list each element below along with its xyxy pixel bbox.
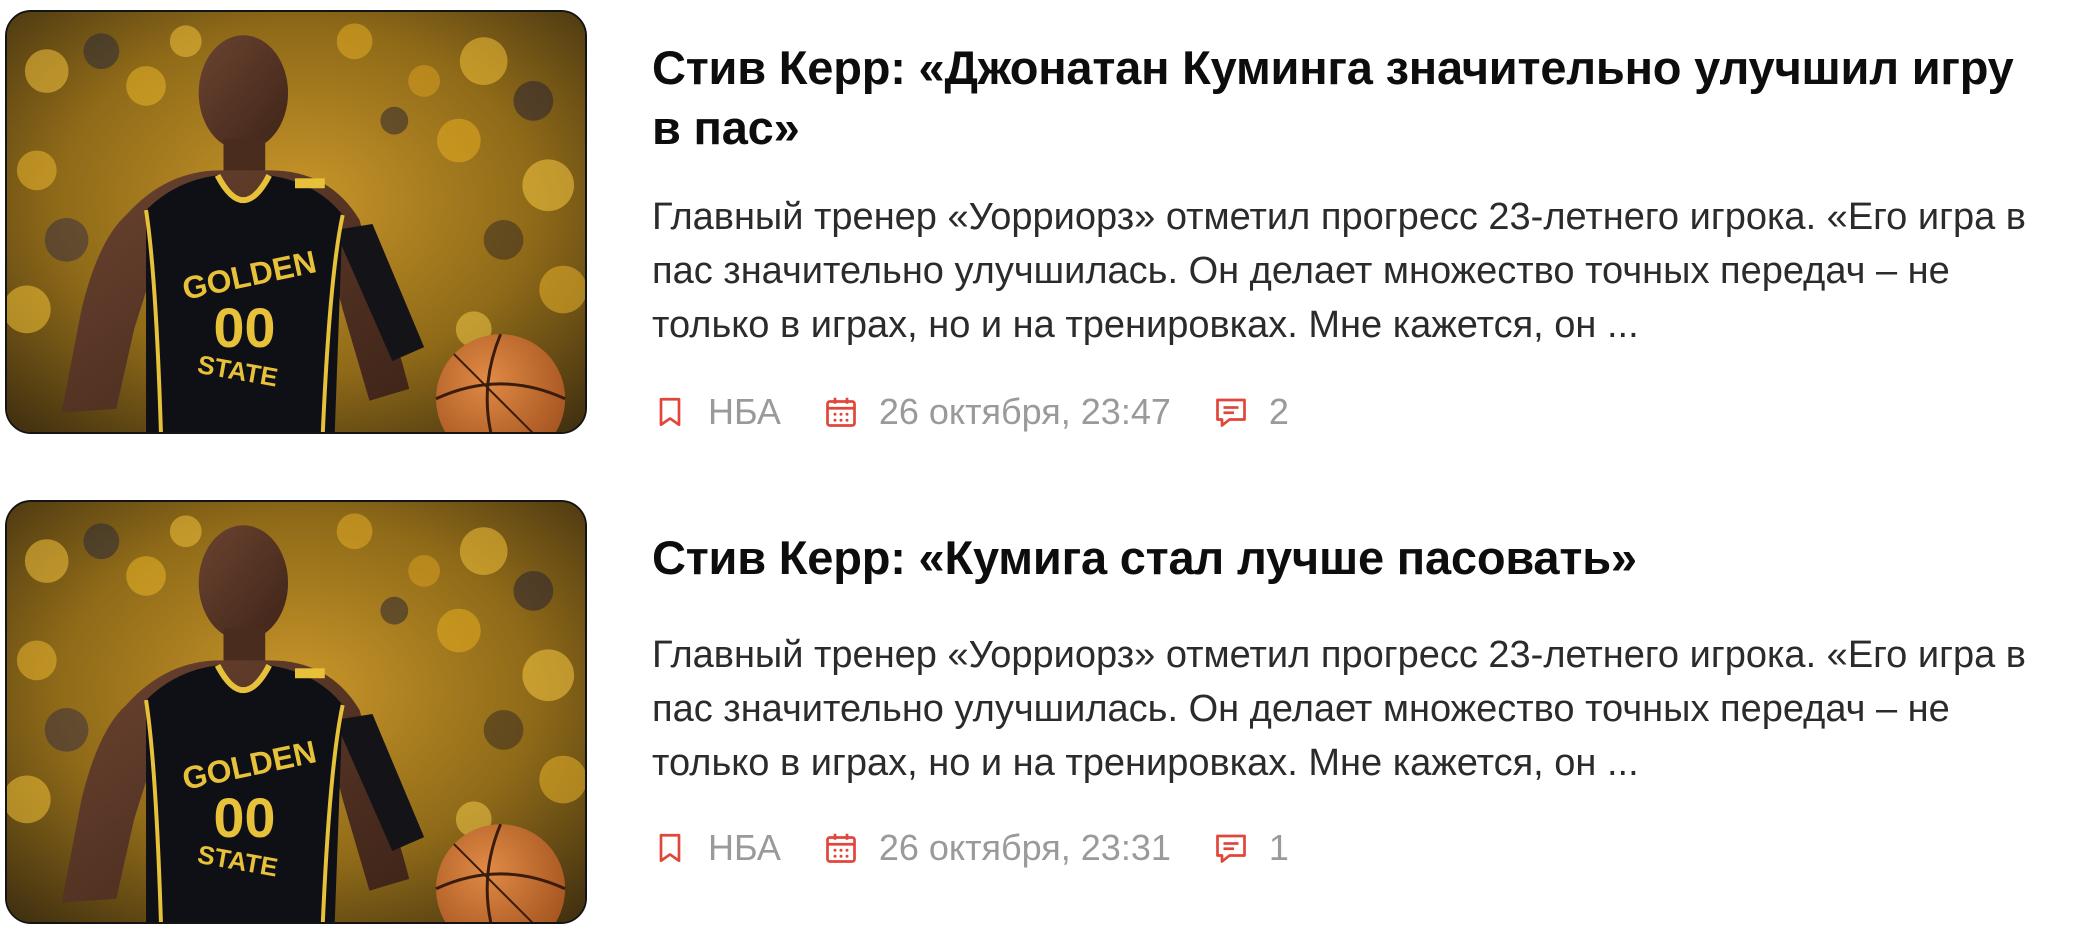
publish-date: 26 октября, 23:31 [823, 827, 1171, 869]
article-thumbnail[interactable]: GOLDEN 00 STATE [5, 500, 587, 924]
tag-label: НБА [708, 391, 781, 432]
date-label: 26 октября, 23:47 [878, 391, 1171, 432]
article-title[interactable]: Стив Керр: «Джонатан Куминга значительно… [652, 38, 2052, 158]
bookmark-icon [652, 830, 688, 866]
article-meta: НБА 26 октября, 23:47 2 [652, 387, 1331, 437]
bookmark-icon [652, 394, 688, 430]
comment-icon [1213, 394, 1249, 430]
publish-date: 26 октября, 23:47 [823, 391, 1171, 433]
comments-count: 1 [1268, 827, 1289, 868]
news-card[interactable]: GOLDEN 00 STATE Стив Керр: «Джонатан Кум… [0, 10, 2083, 446]
article-excerpt: Главный тренер «Уорриорз» отметил прогре… [652, 196, 2026, 346]
news-card[interactable]: GOLDEN 00 STATE Стив Керр: «Кумига стал … [0, 500, 2083, 936]
comments-link[interactable]: 1 [1213, 827, 1289, 869]
tag-link[interactable]: НБА [652, 391, 781, 433]
date-label: 26 октября, 23:31 [878, 827, 1171, 868]
article-meta: НБА 26 октября, 23:31 1 [652, 823, 1331, 873]
calendar-icon [823, 394, 859, 430]
article-title[interactable]: Стив Керр: «Кумига стал лучше пасовать» [652, 528, 2052, 588]
tag-link[interactable]: НБА [652, 827, 781, 869]
jersey-number-text: 00 [214, 297, 276, 359]
player-photo: GOLDEN 00 STATE [7, 12, 585, 432]
article-excerpt: Главный тренер «Уорриорз» отметил прогре… [652, 634, 2026, 784]
comment-icon [1213, 830, 1249, 866]
jersey-number-text: 00 [214, 787, 276, 849]
player-photo: GOLDEN 00 STATE [7, 502, 585, 922]
calendar-icon [823, 830, 859, 866]
comments-link[interactable]: 2 [1213, 391, 1289, 433]
article-thumbnail[interactable]: GOLDEN 00 STATE [5, 10, 587, 434]
news-feed: GOLDEN 00 STATE Стив Керр: «Джонатан Кум… [0, 0, 2083, 942]
comments-count: 2 [1268, 391, 1289, 432]
tag-label: НБА [708, 827, 781, 868]
